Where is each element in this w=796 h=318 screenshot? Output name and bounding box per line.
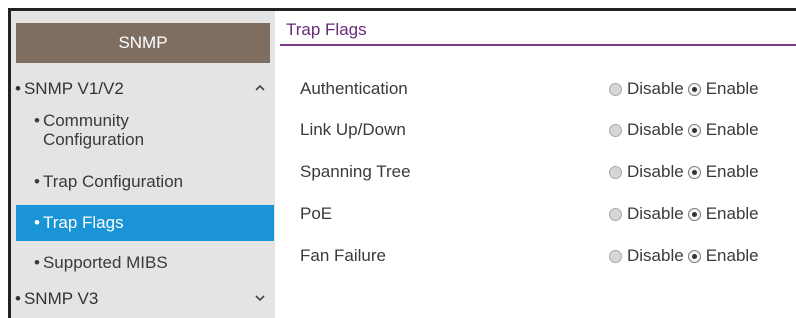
sidebar-item-label: Community Configuration: [42, 111, 145, 149]
radio-group: Disable Enable: [609, 246, 763, 266]
sidebar-item-community-configuration[interactable]: • Community Configuration: [16, 111, 274, 153]
radio-group: Disable Enable: [609, 79, 763, 99]
tab-trap-flags[interactable]: Trap Flags: [286, 20, 367, 40]
disable-label: Disable: [627, 246, 684, 265]
disable-label: Disable: [627, 162, 684, 181]
disable-radio[interactable]: [609, 123, 622, 137]
bullet: •: [15, 289, 21, 308]
sidebar-item-supported-mibs[interactable]: • Supported MIBS: [16, 248, 274, 278]
bullet: •: [34, 172, 40, 191]
trap-flag-row-authentication: Authentication Disable Enable: [300, 76, 796, 102]
sidebar-group-snmp-v1v2[interactable]: • SNMP V1/V2: [11, 74, 275, 104]
radio-group: Disable Enable: [609, 120, 763, 140]
sidebar-item-trap-flags[interactable]: • Trap Flags: [16, 205, 274, 241]
sidebar-group-label: SNMP V3: [23, 289, 99, 308]
sidebar-group-snmp-v3[interactable]: • SNMP V3: [11, 284, 275, 314]
chevron-up-icon[interactable]: [253, 81, 267, 95]
disable-radio[interactable]: [609, 207, 622, 221]
enable-radio[interactable]: [687, 249, 701, 263]
row-label: Authentication: [300, 79, 408, 98]
bullet: •: [34, 213, 40, 232]
enable-label: Enable: [705, 162, 759, 181]
row-label: PoE: [300, 204, 333, 223]
sidebar-item-trap-configuration[interactable]: • Trap Configuration: [16, 167, 274, 197]
sidebar-group-label: SNMP V1/V2: [23, 79, 124, 98]
sidebar-item-label: Trap Configuration: [42, 172, 184, 191]
bullet: •: [34, 253, 40, 272]
enable-radio[interactable]: [687, 123, 701, 137]
sidebar: SNMP • SNMP V1/V2 • Community Configurat…: [11, 11, 275, 318]
sidebar-item-label: Supported MIBS: [42, 253, 168, 272]
sidebar-header[interactable]: SNMP: [16, 23, 270, 63]
enable-radio[interactable]: [687, 207, 701, 221]
trap-flag-row-spanning-tree: Spanning Tree Disable Enable: [300, 159, 796, 185]
bullet: •: [15, 79, 21, 98]
radio-group: Disable Enable: [609, 204, 763, 224]
disable-label: Disable: [627, 79, 684, 98]
enable-radio[interactable]: [687, 82, 701, 96]
tab-underline: [280, 44, 796, 46]
radio-group: Disable Enable: [609, 162, 763, 182]
chevron-down-icon[interactable]: [253, 291, 267, 305]
row-label: Spanning Tree: [300, 162, 411, 181]
trap-flag-row-poe: PoE Disable Enable: [300, 201, 796, 227]
bullet: •: [34, 111, 40, 130]
disable-radio[interactable]: [609, 165, 622, 179]
enable-label: Enable: [705, 204, 759, 223]
disable-radio[interactable]: [609, 82, 622, 96]
sidebar-item-label: Trap Flags: [42, 213, 124, 232]
enable-label: Enable: [705, 246, 759, 265]
enable-radio[interactable]: [687, 165, 701, 179]
trap-flag-row-fan-failure: Fan Failure Disable Enable: [300, 243, 796, 269]
disable-label: Disable: [627, 120, 684, 139]
disable-radio[interactable]: [609, 249, 622, 263]
trap-flag-row-link-up-down: Link Up/Down Disable Enable: [300, 117, 796, 143]
disable-label: Disable: [627, 204, 684, 223]
row-label: Fan Failure: [300, 246, 386, 265]
enable-label: Enable: [705, 79, 759, 98]
enable-label: Enable: [705, 120, 759, 139]
row-label: Link Up/Down: [300, 120, 406, 139]
